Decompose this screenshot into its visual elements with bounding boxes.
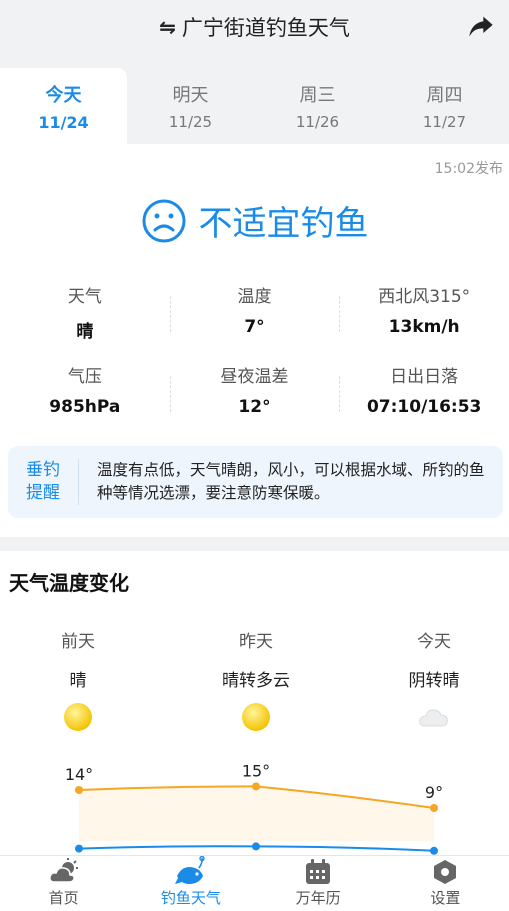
nav-item-calendar[interactable]: 万年历: [255, 856, 382, 911]
high-temp-line-point: [430, 804, 438, 812]
metric-label: 日出日落: [390, 367, 459, 387]
tab-thursday[interactable]: 周四 11/27: [381, 68, 508, 144]
tip-tag: 垂钓 提醒: [8, 459, 79, 505]
weather-cloud-sun-icon: [48, 858, 78, 883]
high-temp-label: 14°: [65, 765, 93, 784]
tab-today[interactable]: 今天 11/24: [0, 68, 127, 144]
metric-weather: 天气 晴: [0, 282, 170, 362]
metric-value: 7°: [244, 317, 265, 337]
calendar-icon: [306, 859, 331, 884]
tab-date: 11/26: [295, 113, 340, 131]
location-title-group[interactable]: ⇋ 广宁街道钓鱼天气: [159, 12, 350, 42]
tab-label: 周三: [299, 85, 336, 106]
nav-item-settings[interactable]: 设置: [382, 856, 509, 911]
day-weather: 晴转多云: [222, 671, 290, 691]
low-temp-line-point: [75, 844, 83, 853]
fishing-tip: 垂钓 提醒 温度有点低，天气晴朗，风小，可以根据水域、所钓的鱼种等情况选漂，要注…: [8, 446, 503, 518]
high-temp-line-point: [252, 782, 260, 791]
swap-location-icon[interactable]: ⇋: [159, 15, 176, 39]
low-temp-line-point: [252, 842, 260, 851]
tab-date: 11/25: [168, 113, 213, 131]
metric-day-night-diff: 昼夜温差 12°: [169, 362, 340, 442]
nav-label: 设置: [430, 889, 461, 907]
page-title: 广宁街道钓鱼天气: [181, 16, 350, 40]
section-title: 天气温度变化: [9, 571, 129, 595]
metric-label: 西北风315°: [378, 287, 471, 307]
metric-label: 气压: [67, 367, 102, 387]
settings-hexagon-icon: [434, 860, 457, 884]
metric-wind: 西北风315° 13km/h: [339, 282, 509, 362]
tip-tag-line: 垂钓: [26, 460, 60, 480]
metric-value: 13km/h: [388, 317, 460, 337]
tab-date: 11/24: [38, 112, 89, 132]
tab-wednesday[interactable]: 周三 11/26: [254, 68, 381, 144]
nav-item-home[interactable]: 首页: [0, 856, 127, 911]
publish-time: 15:02发布: [434, 161, 503, 177]
metric-label: 昼夜温差: [220, 367, 289, 387]
tab-date: 11/27: [422, 113, 467, 131]
metric-label: 天气: [67, 287, 102, 307]
nav-label: 首页: [48, 889, 79, 907]
day-name: 前天: [61, 632, 95, 652]
nav-label: 钓鱼天气: [160, 889, 221, 907]
tab-label: 明天: [172, 85, 209, 106]
share-icon[interactable]: [467, 12, 495, 40]
fish-icon: [174, 856, 205, 884]
metric-value: 07:10/16:53: [366, 397, 482, 417]
tab-label: 周四: [426, 85, 463, 106]
nav-label: 万年历: [295, 889, 341, 907]
metric-value: 晴: [76, 322, 94, 342]
day-weather: 晴: [69, 671, 87, 691]
bottom-nav: 首页 钓鱼天气 万年历 设置: [0, 855, 509, 911]
low-temp-line-point: [430, 846, 438, 855]
metric-value: 985hPa: [49, 397, 121, 417]
fishing-verdict: 不适宜钓鱼: [0, 196, 509, 245]
day-name: 昨天: [239, 632, 273, 652]
metric-pressure: 气压 985hPa: [0, 362, 170, 442]
trend-day: 今天 阴转晴: [364, 627, 504, 737]
temperature-chart: 14° 15° 9°: [65, 761, 443, 855]
metric-temperature: 温度 7°: [169, 282, 340, 362]
nav-item-fishing[interactable]: 钓鱼天气: [127, 856, 254, 911]
high-temp-area: [79, 786, 434, 841]
high-temp-line-point: [75, 786, 83, 794]
high-temp-label: 9°: [425, 783, 443, 802]
cloud-icon: [419, 709, 448, 727]
day-name: 今天: [417, 632, 451, 652]
metric-label: 温度: [237, 287, 272, 307]
metric-sunrise-sunset: 日出日落 07:10/16:53: [339, 362, 509, 442]
high-temp-label: 15°: [242, 761, 270, 780]
sun-icon: [242, 703, 270, 731]
fishing-summary-card: 15:02发布 不适宜钓鱼 天气 晴 温度 7° 西北风315° 13km/h: [0, 144, 509, 537]
sad-face-icon: [142, 199, 185, 242]
tab-label: 今天: [45, 84, 82, 106]
trend-day: 昨天 晴转多云: [186, 627, 326, 737]
trend-day: 前天 晴: [8, 627, 148, 737]
weather-metrics-grid: 天气 晴 温度 7° 西北风315° 13km/h 气压 985hPa 昼夜温差…: [0, 282, 509, 442]
tip-tag-line: 提醒: [26, 483, 60, 503]
weather-trend-section: 天气温度变化 前天 晴 昨天 晴转多云 今天 阴转晴 14° 15° 9°: [0, 551, 509, 857]
tip-text: 温度有点低，天气晴朗，风小，可以根据水域、所钓的鱼种等情况选漂，要注意防寒保暖。: [97, 461, 485, 502]
sun-icon: [64, 703, 92, 731]
day-weather: 阴转晴: [408, 671, 460, 691]
tab-tomorrow[interactable]: 明天 11/25: [127, 68, 254, 144]
verdict-text: 不适宜钓鱼: [198, 204, 369, 244]
metric-value: 12°: [238, 397, 271, 417]
date-tabs: 今天 11/24 明天 11/25 周三 11/26 周四 11/27: [0, 68, 509, 144]
app-header: ⇋ 广宁街道钓鱼天气: [0, 0, 509, 68]
